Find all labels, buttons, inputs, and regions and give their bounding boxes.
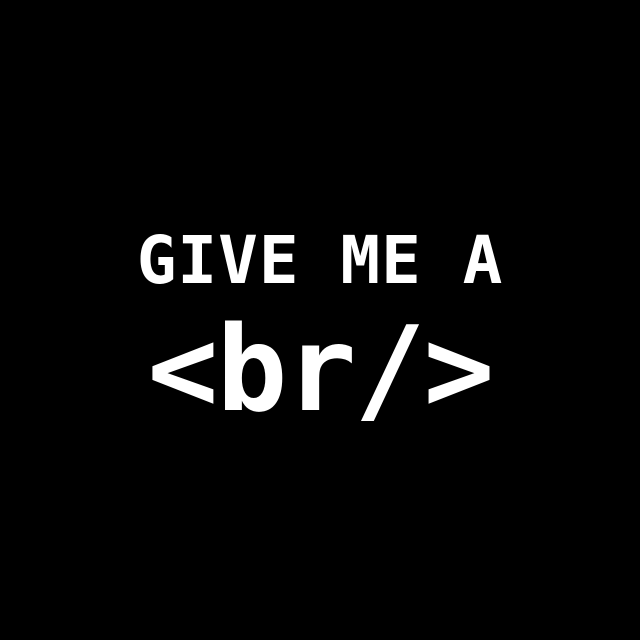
poster-canvas: GIVE ME A <br/>	[0, 0, 640, 640]
headline-line-1: GIVE ME A	[136, 222, 504, 299]
headline-line-2: <br/>	[147, 300, 494, 438]
